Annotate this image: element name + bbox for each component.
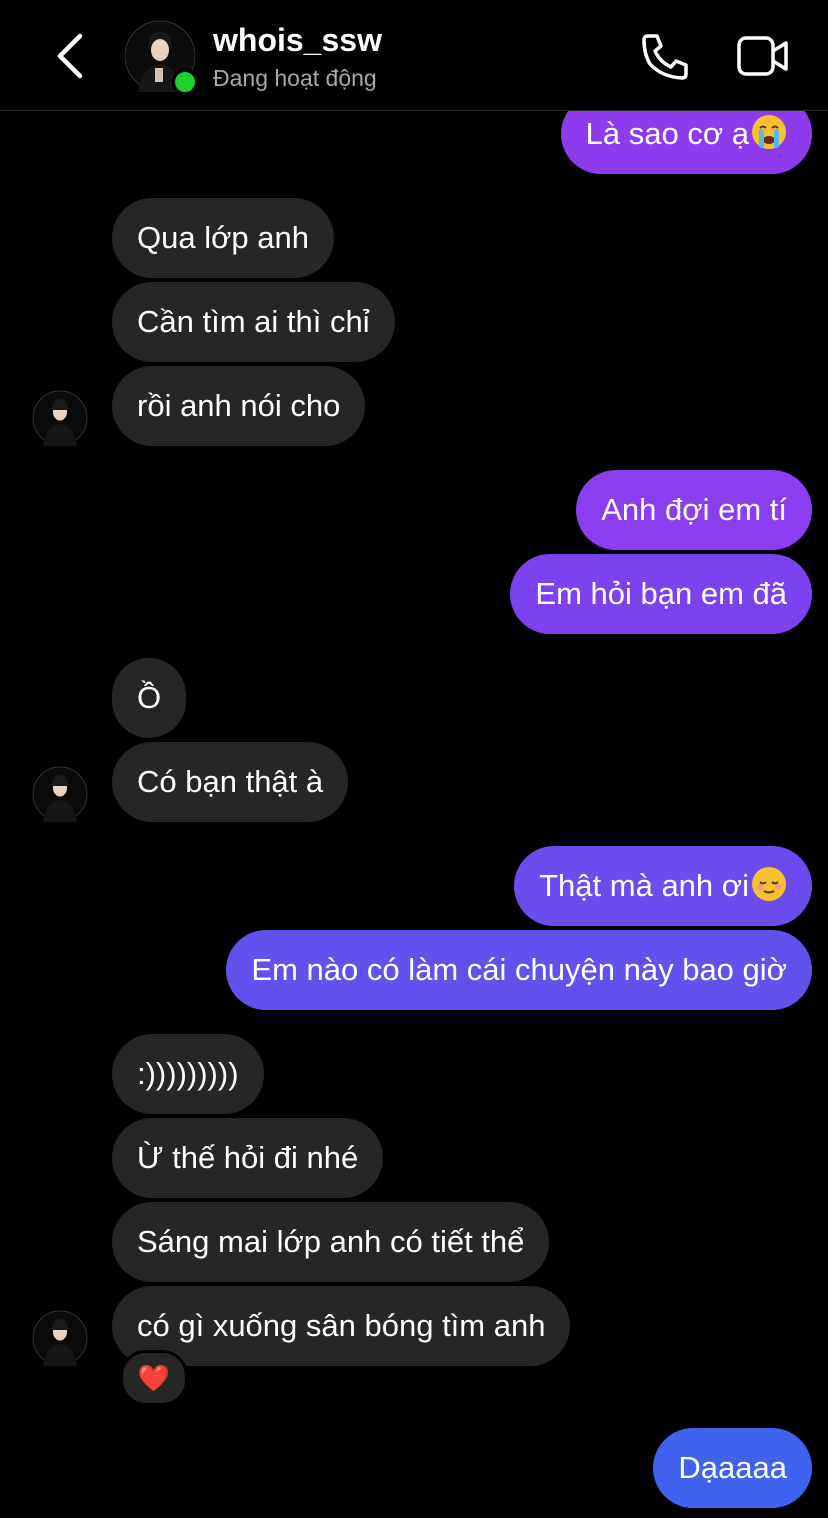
message-text: :))))))))) [137,1056,239,1091]
message-text: có gì xuống sân bóng tìm anh [137,1308,546,1343]
message-bubble[interactable]: :))))))))) [112,1034,264,1114]
message-bubble[interactable]: Sáng mai lớp anh có tiết thể [112,1202,550,1282]
message-bubble[interactable]: Thật mà anh ơi [514,846,812,926]
video-call-icon[interactable] [736,34,790,78]
avatar[interactable] [32,1310,88,1366]
phone-icon[interactable] [638,30,692,84]
active-status: Đang hoạt động [213,65,377,91]
message-bubble[interactable]: Qua lớp anh [112,198,334,278]
reaction-emoji: ❤️ [137,1362,171,1393]
message-text: Qua lớp anh [137,220,309,255]
message-text: rồi anh nói cho [137,388,341,423]
message-text: Sáng mai lớp anh có tiết thể [137,1224,525,1259]
avatar[interactable] [32,390,88,446]
message-bubble[interactable]: rồi anh nói cho [112,366,366,446]
avatar[interactable] [32,766,88,822]
message-text: Là sao cơ ạ [585,116,749,151]
message-text: Em nào có làm cái chuyện này bao giờ [251,952,787,987]
message-bubble[interactable]: Dạaaaa [653,1428,812,1508]
message-text: Có bạn thật à [137,764,324,799]
message-bubble[interactable]: Em nào có làm cái chuyện này bao giờ [226,930,812,1010]
heart-reaction-badge[interactable]: ❤️ [120,1350,188,1406]
message-bubble[interactable]: có gì xuống sân bóng tìm anh [112,1286,571,1366]
message-bubble[interactable]: Ừ thế hỏi đi nhé [112,1118,384,1198]
chat-header: whois_ssw Đang hoạt động [0,0,828,111]
message-text: Em hỏi bạn em đã [535,576,787,611]
online-status-dot [172,69,198,95]
message-text: Ồ [137,680,162,715]
message-bubble[interactable]: Có bạn thật à [112,742,349,822]
crying-face-emoji [752,115,786,149]
message-text: Dạaaaa [678,1450,787,1485]
message-bubble[interactable]: Ồ [112,658,187,738]
message-bubble[interactable]: Em hỏi bạn em đã [510,554,812,634]
relieved-face-emoji [752,867,786,901]
message-text: Anh đợi em tí [601,492,787,527]
message-text: Cần tìm ai thì chỉ [137,304,370,339]
message-bubble[interactable]: Anh đợi em tí [576,470,812,550]
back-icon[interactable] [52,30,92,82]
message-text: Ừ thế hỏi đi nhé [137,1140,359,1175]
message-text: Thật mà anh ơi [539,868,749,903]
message-bubble[interactable]: Cần tìm ai thì chỉ [112,282,395,362]
chat-username[interactable]: whois_ssw [213,22,382,59]
